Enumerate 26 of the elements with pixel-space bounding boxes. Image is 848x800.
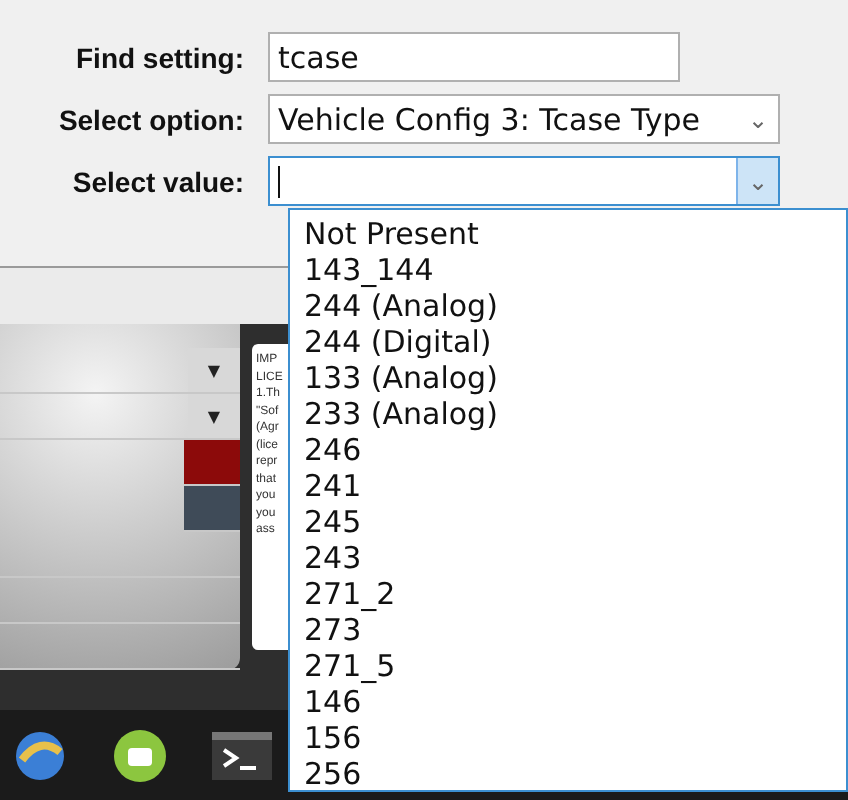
dropdown-option[interactable]: 256: [304, 756, 362, 790]
dropdown-option[interactable]: 133 (Analog): [304, 360, 498, 396]
field-label: Select option:: [58, 103, 244, 135]
dropdown-option[interactable]: Not Present: [304, 216, 479, 252]
search-field[interactable]: tcase: [268, 32, 680, 82]
combo-box[interactable]: ⌄: [268, 156, 780, 206]
dropdown-option[interactable]: 271_2: [304, 576, 396, 612]
dropdown-option[interactable]: 273: [304, 612, 362, 648]
dropdown-option[interactable]: 243: [304, 540, 362, 576]
dropdown-option[interactable]: 241: [304, 468, 362, 504]
globe-icon[interactable]: [12, 727, 68, 783]
field-label: Select value:: [72, 165, 244, 197]
dropdown-option[interactable]: 146: [304, 684, 362, 720]
combo-box[interactable]: Vehicle Config 3: Tcase Type ⌄: [268, 94, 780, 144]
cloud-icon[interactable]: [112, 727, 168, 783]
dropdown-option[interactable]: 233 (Analog): [304, 396, 498, 432]
status-block: [184, 486, 240, 532]
dropdown-option[interactable]: 245: [304, 504, 362, 540]
field-label: Find setting:: [76, 41, 244, 73]
dropdown-option[interactable]: 244 (Digital): [304, 324, 492, 360]
dropdown-option[interactable]: 156: [304, 720, 362, 756]
dropdown-option[interactable]: 271_5: [304, 648, 396, 684]
dropdown-option[interactable]: 244 (Analog): [304, 288, 498, 324]
terminal-icon[interactable]: [212, 731, 272, 779]
dropdown-option[interactable]: 246: [304, 432, 362, 468]
dropdown-option[interactable]: 143_144: [304, 252, 434, 288]
